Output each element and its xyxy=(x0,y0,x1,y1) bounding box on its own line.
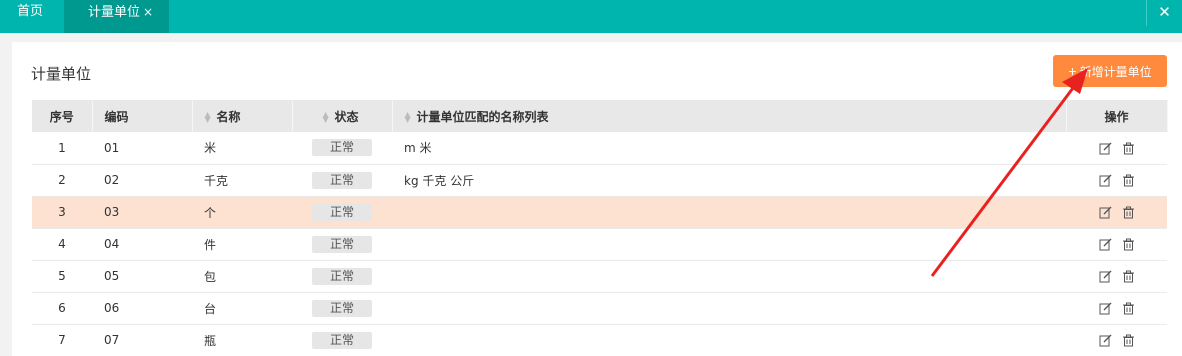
row-match-names xyxy=(392,324,1066,356)
edit-icon[interactable] xyxy=(1094,205,1117,219)
status-badge: 正常 xyxy=(312,139,372,157)
row-actions xyxy=(1066,164,1167,197)
row-code: 01 xyxy=(92,132,192,165)
col-index-header: 序号 xyxy=(32,100,93,132)
row-status-cell: 正常 xyxy=(292,260,392,293)
row-actions xyxy=(1066,132,1167,165)
row-name: 千克 xyxy=(192,164,292,197)
sort-icon: ▲ ▼ xyxy=(204,110,211,124)
page-title: 计量单位 xyxy=(31,65,92,83)
row-actions xyxy=(1066,260,1167,293)
tab-home[interactable]: 首页 xyxy=(0,0,64,33)
row-index: 1 xyxy=(32,132,92,165)
status-badge: 正常 xyxy=(312,331,372,349)
col-name-header[interactable]: ▲ ▼ 名称 xyxy=(192,100,293,132)
col-status-label: 状态 xyxy=(334,109,359,124)
row-code: 02 xyxy=(92,164,192,197)
tab-close-icon[interactable]: × xyxy=(143,5,153,19)
row-name: 包 xyxy=(192,260,292,293)
delete-icon[interactable] xyxy=(1117,301,1140,315)
col-match-header[interactable]: ▲ ▼ 计量单位匹配的名称列表 xyxy=(392,100,1067,132)
top-tab-bar: 首页 计量单位 × ✕ xyxy=(0,0,1182,33)
table-row[interactable]: 1 01 米 正常 m 米 xyxy=(32,132,1167,165)
status-badge: 正常 xyxy=(312,299,372,317)
edit-icon[interactable] xyxy=(1094,301,1117,315)
row-match-names xyxy=(392,228,1066,261)
row-name: 个 xyxy=(192,196,292,229)
row-status-cell: 正常 xyxy=(292,324,392,356)
table-row[interactable]: 3 03 个 正常 xyxy=(32,196,1167,229)
delete-icon[interactable] xyxy=(1117,205,1140,219)
delete-icon[interactable] xyxy=(1117,237,1140,251)
row-actions xyxy=(1066,196,1167,229)
table-row[interactable]: 5 05 包 正常 xyxy=(32,260,1167,293)
row-index: 4 xyxy=(32,228,92,261)
add-unit-label: 新增计量单位 xyxy=(1079,65,1152,79)
row-code: 04 xyxy=(92,228,192,261)
close-all-tabs-icon[interactable]: ✕ xyxy=(1146,0,1182,26)
col-status-header[interactable]: ▲ ▼ 状态 xyxy=(292,100,393,132)
row-match-names: m 米 xyxy=(392,132,1066,165)
table-row[interactable]: 2 02 千克 正常 kg 千克 公斤 xyxy=(32,164,1167,197)
delete-icon[interactable] xyxy=(1117,333,1140,347)
col-actions-header: 操作 xyxy=(1066,100,1168,132)
status-badge: 正常 xyxy=(312,203,372,221)
row-status-cell: 正常 xyxy=(292,132,392,165)
row-status-cell: 正常 xyxy=(292,292,392,325)
table-row[interactable]: 7 07 瓶 正常 xyxy=(32,324,1167,356)
unit-table: 序号 编码 ▲ ▼ 名称 ▲ ▼ 状态 ▲ ▼ 计量单位匹配的名称列表 操作 1 01 米正常 m… xyxy=(32,100,1168,356)
row-name: 瓶 xyxy=(192,324,292,356)
row-status-cell: 正常 xyxy=(292,196,392,229)
row-code: 05 xyxy=(92,260,192,293)
table-row[interactable]: 6 06 台 正常 xyxy=(32,292,1167,325)
row-status-cell: 正常 xyxy=(292,228,392,261)
row-actions xyxy=(1066,228,1167,261)
status-badge: 正常 xyxy=(312,171,372,189)
row-name: 件 xyxy=(192,228,292,261)
row-index: 5 xyxy=(32,260,92,293)
row-code: 07 xyxy=(92,324,192,356)
sort-icon: ▲ ▼ xyxy=(322,110,329,124)
tab-label: 计量单位 xyxy=(88,5,141,20)
plus-icon: + xyxy=(1068,63,1077,79)
row-actions xyxy=(1066,292,1167,325)
tab-measurement-unit[interactable]: 计量单位 × xyxy=(64,0,169,33)
table-header-row: 序号 编码 ▲ ▼ 名称 ▲ ▼ 状态 ▲ ▼ 计量单位匹配的名称列表 操作 xyxy=(32,100,1168,132)
col-match-label: 计量单位匹配的名称列表 xyxy=(416,109,549,124)
row-status-cell: 正常 xyxy=(292,164,392,197)
add-unit-button[interactable]: + 新增计量单位 xyxy=(1053,55,1167,87)
row-match-names xyxy=(392,292,1066,325)
delete-icon[interactable] xyxy=(1117,173,1140,187)
row-match-names xyxy=(392,260,1066,293)
row-index: 3 xyxy=(32,196,92,229)
status-badge: 正常 xyxy=(312,267,372,285)
edit-icon[interactable] xyxy=(1094,269,1117,283)
delete-icon[interactable] xyxy=(1117,141,1140,155)
row-match-names xyxy=(392,196,1066,229)
row-name: 米 xyxy=(192,132,292,165)
row-index: 7 xyxy=(32,324,92,356)
col-code-header: 编码 xyxy=(92,100,193,132)
sort-icon: ▲ ▼ xyxy=(404,110,411,124)
delete-icon[interactable] xyxy=(1117,269,1140,283)
edit-icon[interactable] xyxy=(1094,173,1117,187)
row-match-names: kg 千克 公斤 xyxy=(392,164,1066,197)
table-row[interactable]: 4 04 件 正常 xyxy=(32,228,1167,261)
edit-icon[interactable] xyxy=(1094,333,1117,347)
col-name-label: 名称 xyxy=(216,109,241,124)
status-badge: 正常 xyxy=(312,235,372,253)
row-index: 2 xyxy=(32,164,92,197)
edit-icon[interactable] xyxy=(1094,141,1117,155)
edit-icon[interactable] xyxy=(1094,237,1117,251)
row-name: 台 xyxy=(192,292,292,325)
row-index: 6 xyxy=(32,292,92,325)
row-code: 03 xyxy=(92,196,192,229)
row-code: 06 xyxy=(92,292,192,325)
row-actions xyxy=(1066,324,1167,356)
